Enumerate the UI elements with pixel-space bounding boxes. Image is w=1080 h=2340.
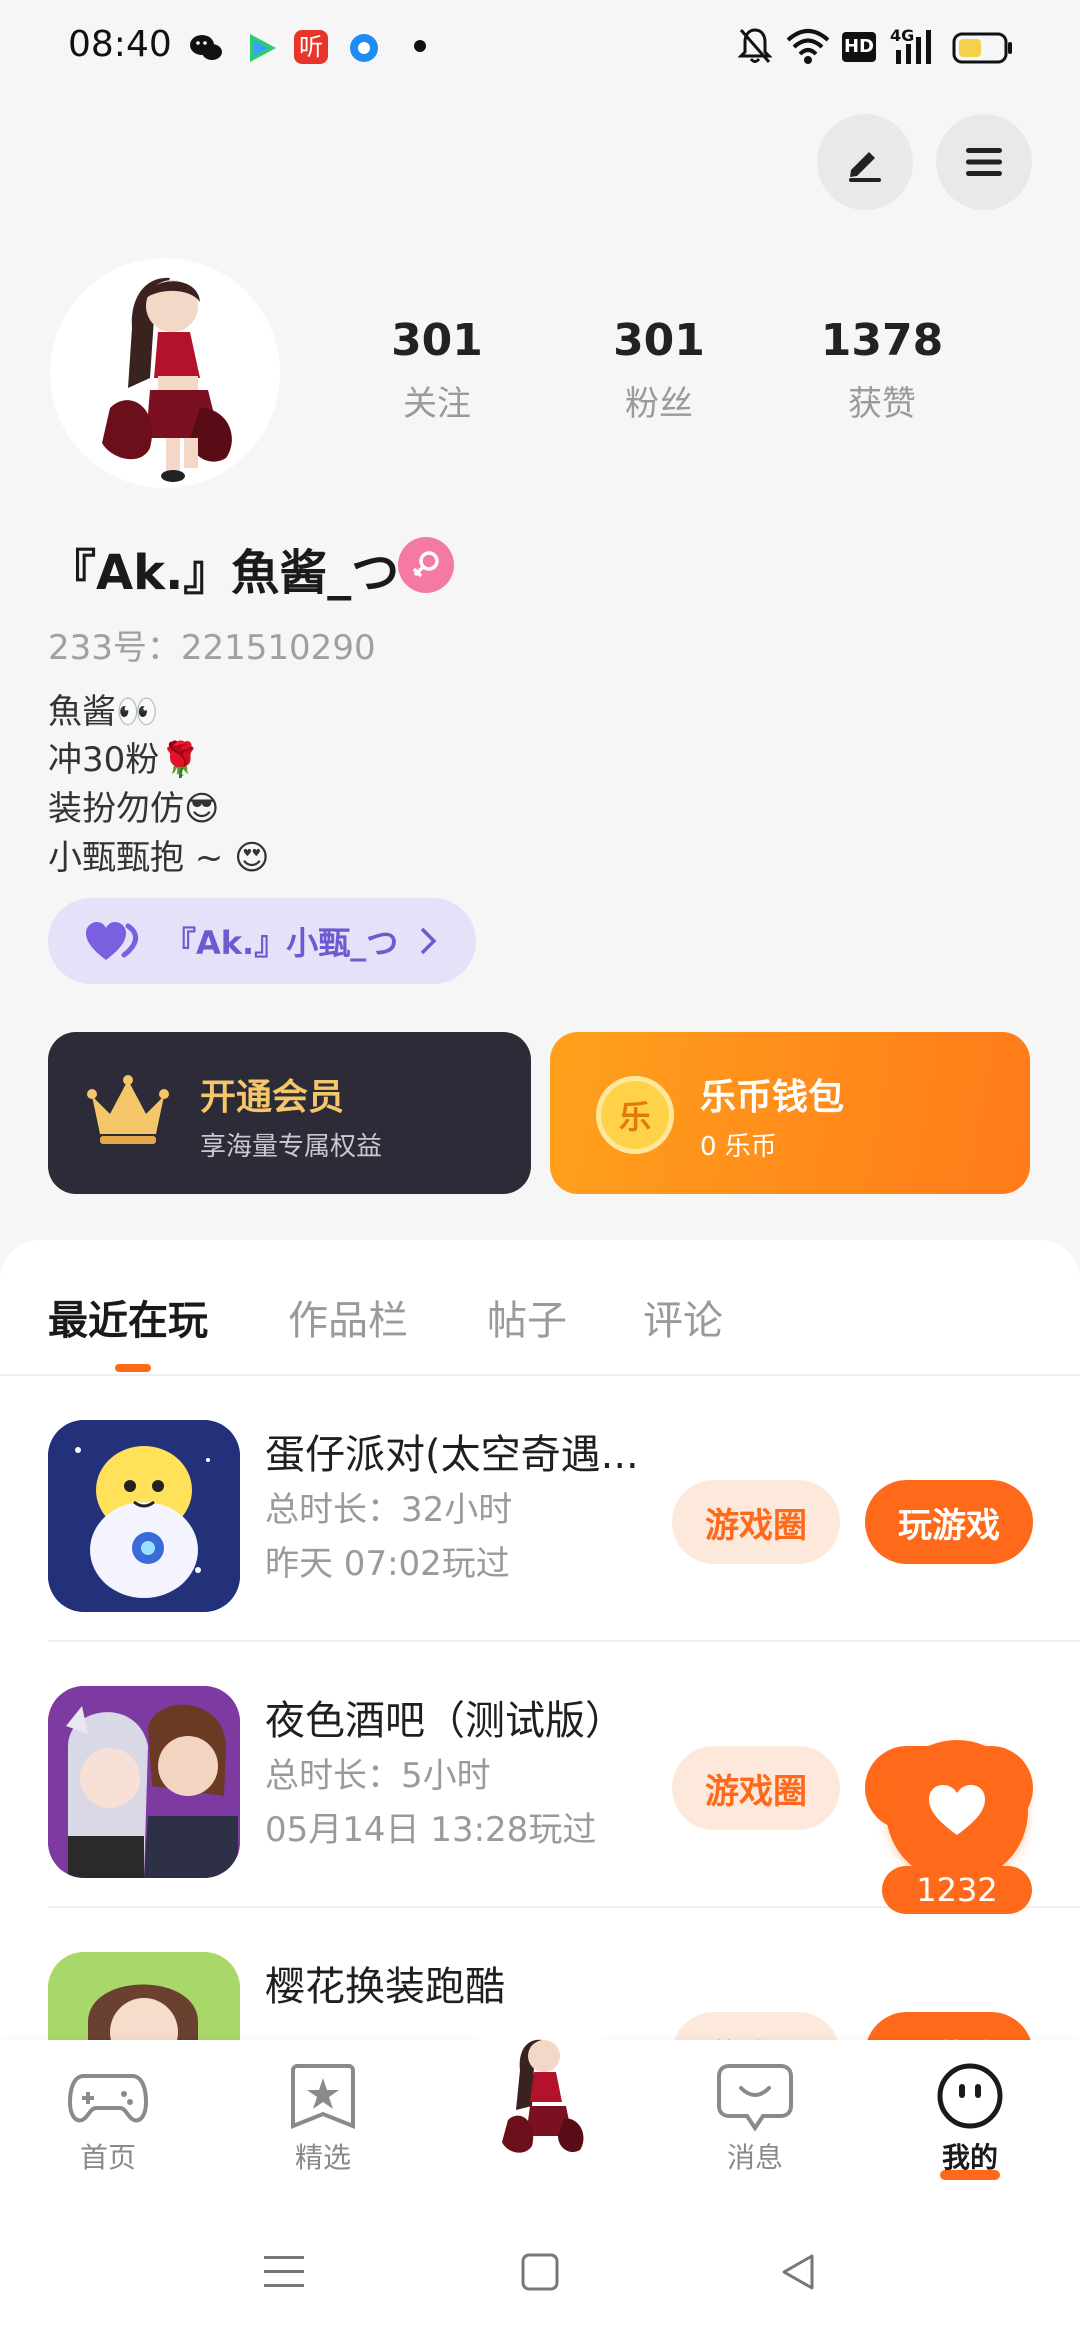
nav-featured[interactable]: 精选 — [263, 2062, 383, 2176]
stat-followers[interactable]: 301 粉丝 — [579, 315, 739, 425]
wifi-icon — [786, 26, 830, 70]
wechat-icon — [188, 30, 222, 64]
coin-glyph: 乐 — [618, 1098, 651, 1136]
coin-icon: 乐 — [596, 1076, 674, 1154]
bio-line: 小甄甄抱 ~ 😍 — [48, 838, 270, 878]
edit-profile-button[interactable] — [817, 114, 913, 210]
play-game-button[interactable]: 玩游戏 — [865, 1480, 1033, 1564]
wallet-card[interactable]: 乐 乐币钱包 0 乐币 — [550, 1032, 1030, 1194]
game-name: 夜色酒吧（测试版） — [265, 1698, 625, 1744]
stat-following[interactable]: 301 关注 — [357, 315, 517, 425]
nav-label: 我的 — [941, 2141, 998, 2174]
nav-messages[interactable]: 消息 — [695, 2062, 815, 2176]
nav-label: 精选 — [294, 2141, 351, 2174]
browser-app-icon — [346, 30, 380, 64]
stat-likes[interactable]: 1378 获赞 — [802, 315, 962, 425]
nav-label: 首页 — [79, 2141, 136, 2174]
menu-icon — [966, 148, 1002, 176]
game-row[interactable]: 蛋仔派对(太空奇遇... 总时长：32小时 昨天 07:02玩过 游戏圈 玩游戏 — [0, 1376, 1080, 1642]
relation-chip-label: 『Ak.』小甄_つ — [164, 924, 399, 962]
stat-label: 关注 — [403, 384, 471, 424]
pen-icon — [849, 152, 881, 182]
avatar-center-icon — [502, 2039, 584, 2153]
star-bookmark-icon — [291, 2064, 355, 2129]
crown-icon — [87, 1075, 169, 1144]
wallet-card-subtitle: 0 乐币 — [700, 1132, 777, 1162]
nav-me[interactable]: 我的 — [910, 2062, 1030, 2180]
hd-icon: HD — [842, 32, 876, 62]
battery-icon — [952, 32, 1014, 68]
like-bubble — [886, 1740, 1028, 1882]
play-game-button[interactable]: 玩游戏 — [865, 2012, 1033, 2040]
tab-comments[interactable]: 评论 — [643, 1288, 723, 1346]
status-bar: 08:40 听 HD 4G — [0, 0, 1080, 96]
game-circle-button[interactable]: 游戏圈 — [672, 1480, 840, 1564]
back-icon[interactable] — [778, 2252, 818, 2292]
game-icon-night-bar — [48, 1686, 240, 1878]
status-time: 08:40 — [68, 24, 172, 65]
tab-works[interactable]: 作品栏 — [288, 1288, 408, 1346]
nav-home[interactable]: 首页 — [48, 2062, 168, 2176]
system-navigation-bar — [0, 2196, 1080, 2340]
menu-button[interactable] — [936, 114, 1032, 210]
bio-line: 冲30粉🌹 — [48, 740, 202, 780]
stat-value: 301 — [391, 315, 483, 366]
tab-posts[interactable]: 帖子 — [487, 1288, 567, 1346]
stat-label: 获赞 — [848, 384, 916, 424]
game-duration: 总时长：5小时 — [265, 1756, 491, 1796]
couple-heart-icon — [86, 922, 139, 960]
mute-icon — [737, 26, 773, 70]
stat-label: 粉丝 — [625, 384, 693, 424]
vip-membership-card[interactable]: 开通会员 享海量专属权益 — [48, 1032, 531, 1194]
heart-icon — [929, 1785, 985, 1835]
wallet-card-title: 乐币钱包 — [700, 1077, 845, 1118]
nav-label: 消息 — [726, 2141, 783, 2174]
gender-female-icon — [398, 537, 454, 593]
more-notifications-dot — [414, 40, 426, 52]
game-last-played: 05月14日 13:28玩过 — [265, 1810, 597, 1850]
game-icon-sakura-dressup-parkour — [48, 1952, 240, 2040]
game-circle-button[interactable]: 游戏圈 — [672, 2012, 840, 2040]
like-count: 1232 — [882, 1866, 1032, 1914]
relation-chip[interactable]: 『Ak.』小甄_つ — [48, 898, 476, 984]
recent-apps-icon[interactable] — [262, 2252, 306, 2292]
tab-recently-played[interactable]: 最近在玩 — [48, 1288, 208, 1346]
stat-value: 1378 — [820, 315, 944, 366]
face-icon — [937, 2063, 1003, 2129]
video-app-icon — [244, 30, 278, 64]
bio-line: 魚酱👀 — [48, 692, 159, 732]
nickname: 『Ak.』魚酱_つ — [48, 545, 400, 601]
game-name: 樱花换装跑酷 — [265, 1964, 505, 2010]
vip-card-title: 开通会员 — [200, 1077, 345, 1118]
user-id: 233号：221510290 — [48, 628, 376, 668]
gamepad-icon — [68, 2074, 148, 2123]
avatar-character-image — [102, 277, 232, 482]
chevron-right-icon — [420, 927, 437, 955]
game-last-played: 昨天 07:02玩过 — [265, 1544, 510, 1584]
tab-indicator — [115, 1364, 151, 1372]
game-name: 蛋仔派对(太空奇遇... — [265, 1432, 639, 1478]
game-circle-button[interactable]: 游戏圈 — [672, 1746, 840, 1830]
stat-value: 301 — [613, 315, 705, 366]
vip-card-subtitle: 享海量专属权益 — [200, 1132, 383, 1162]
listen-app-icon: 听 — [294, 30, 328, 64]
like-float-button[interactable]: 1232 — [882, 1740, 1032, 1920]
nav-avatar-center[interactable] — [460, 2010, 620, 2170]
avatar[interactable] — [50, 258, 280, 488]
game-icon-eggy-party — [48, 1420, 240, 1612]
home-icon[interactable] — [520, 2252, 560, 2292]
bio-line: 装扮勿仿😎 — [48, 789, 220, 829]
content-sheet: 最近在玩 作品栏 帖子 评论 蛋仔派对(太空奇遇... 总时长：32小时 昨天 … — [0, 1240, 1080, 2040]
bottom-nav: 首页 精选 消息 我的 — [0, 2010, 1080, 2196]
game-duration: 总时长：32小时 — [265, 1490, 513, 1530]
message-icon — [717, 2064, 793, 2132]
